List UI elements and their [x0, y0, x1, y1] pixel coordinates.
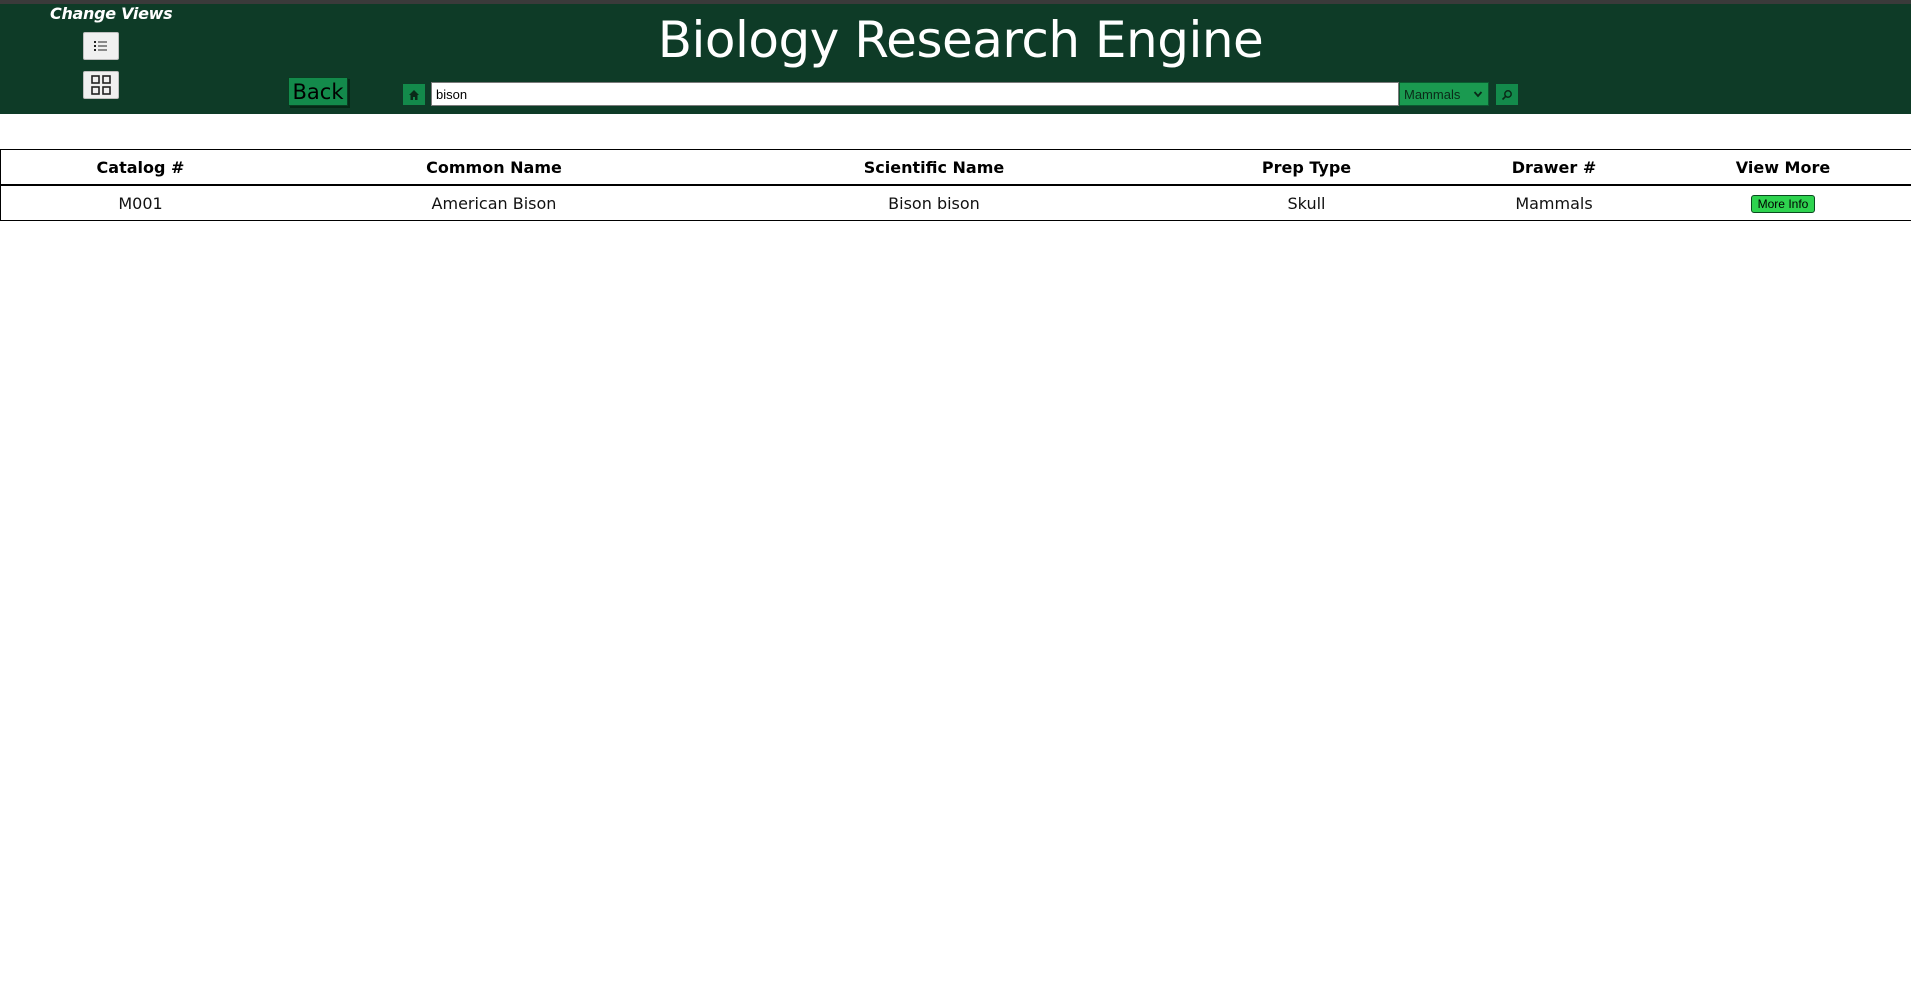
cell-prep-type: Skull	[1287, 193, 1326, 213]
category-select-value: Mammals	[1404, 86, 1461, 102]
header-drawer: Drawer #	[1453, 149, 1655, 186]
results-table: Catalog # Common Name Scientific Name Pr…	[0, 149, 1911, 221]
cell-scientific-name: Bison bison	[888, 193, 980, 213]
cell-common-name: American Bison	[431, 193, 557, 213]
search-icon	[1501, 89, 1512, 100]
search-button[interactable]	[1496, 84, 1518, 105]
cell-view-more: More Info	[1655, 185, 1911, 221]
grid-icon	[91, 75, 111, 95]
header-scientific-name: Scientific Name	[708, 149, 1160, 186]
search-input[interactable]	[431, 82, 1399, 106]
cell-catalog: M001	[118, 193, 163, 213]
back-button[interactable]: Back	[288, 77, 348, 106]
home-button[interactable]	[403, 84, 425, 105]
home-icon	[409, 89, 419, 100]
table-header-row: Catalog # Common Name Scientific Name Pr…	[0, 149, 1911, 186]
more-info-button[interactable]: More Info	[1750, 195, 1816, 213]
category-select[interactable]: Mammals	[1399, 82, 1489, 106]
header-common-name: Common Name	[280, 149, 708, 186]
page-title: Biology Research Engine	[657, 11, 1264, 69]
chevron-down-icon	[1473, 91, 1483, 98]
header-view-more: View More	[1655, 149, 1911, 186]
header-catalog: Catalog #	[0, 149, 280, 186]
table-row: M001 American Bison Bison bison Skull Ma…	[1, 185, 1911, 221]
cell-drawer: Mammals	[1515, 193, 1593, 213]
grid-view-button[interactable]	[83, 71, 119, 99]
header-prep-type: Prep Type	[1160, 149, 1453, 186]
app-header: Change Views Biology Research Engine Bac…	[0, 4, 1911, 114]
